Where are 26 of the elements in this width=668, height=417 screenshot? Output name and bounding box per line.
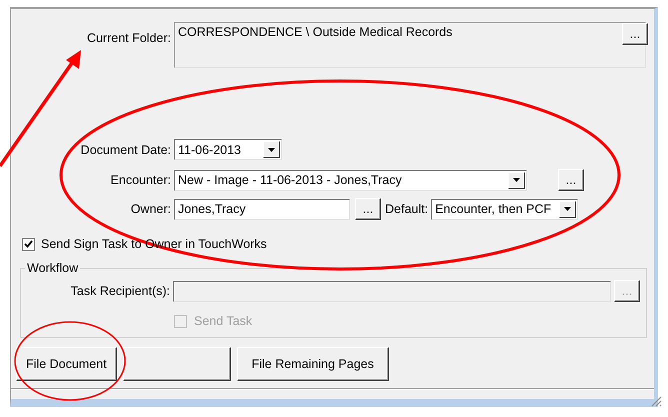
browse-button[interactable]: ... (558, 169, 584, 191)
field-label: Document Date: (80, 142, 172, 156)
field-label: Owner: (130, 202, 172, 216)
owner-field[interactable]: Jones,Tracy (174, 198, 350, 220)
encounter-dropdown[interactable]: New - Image - 11-06-2013 - Jones,Tracy (174, 170, 527, 190)
resize-grip-icon[interactable] (651, 396, 662, 407)
checkbox-label: Send Task (194, 314, 252, 328)
dropdown-button[interactable] (508, 172, 525, 188)
field-label: Current Folder: (86, 30, 172, 45)
group-title: Workflow (26, 261, 80, 275)
action-button[interactable]: File Remaining Pages (236, 347, 389, 381)
dropdown-icon (513, 178, 520, 182)
dropdown-icon (268, 148, 275, 152)
field-label: Default: (384, 202, 430, 216)
blank-button[interactable] (122, 347, 231, 381)
field-label: Task Recipient(s): (70, 284, 171, 298)
field-label: Encounter: (110, 173, 172, 187)
dropdown-icon (564, 207, 572, 211)
browse-button[interactable]: ... (622, 23, 648, 45)
browse-button[interactable]: ... (355, 198, 381, 220)
date-dropdown[interactable]: 11-06-2013 (174, 139, 282, 160)
dropdown-button[interactable] (263, 141, 280, 158)
checkbox[interactable] (22, 238, 35, 250)
default-dropdown[interactable]: Encounter, then PCF (431, 198, 578, 220)
dropdown-button[interactable] (559, 200, 576, 218)
action-button[interactable]: File Document (16, 347, 117, 381)
